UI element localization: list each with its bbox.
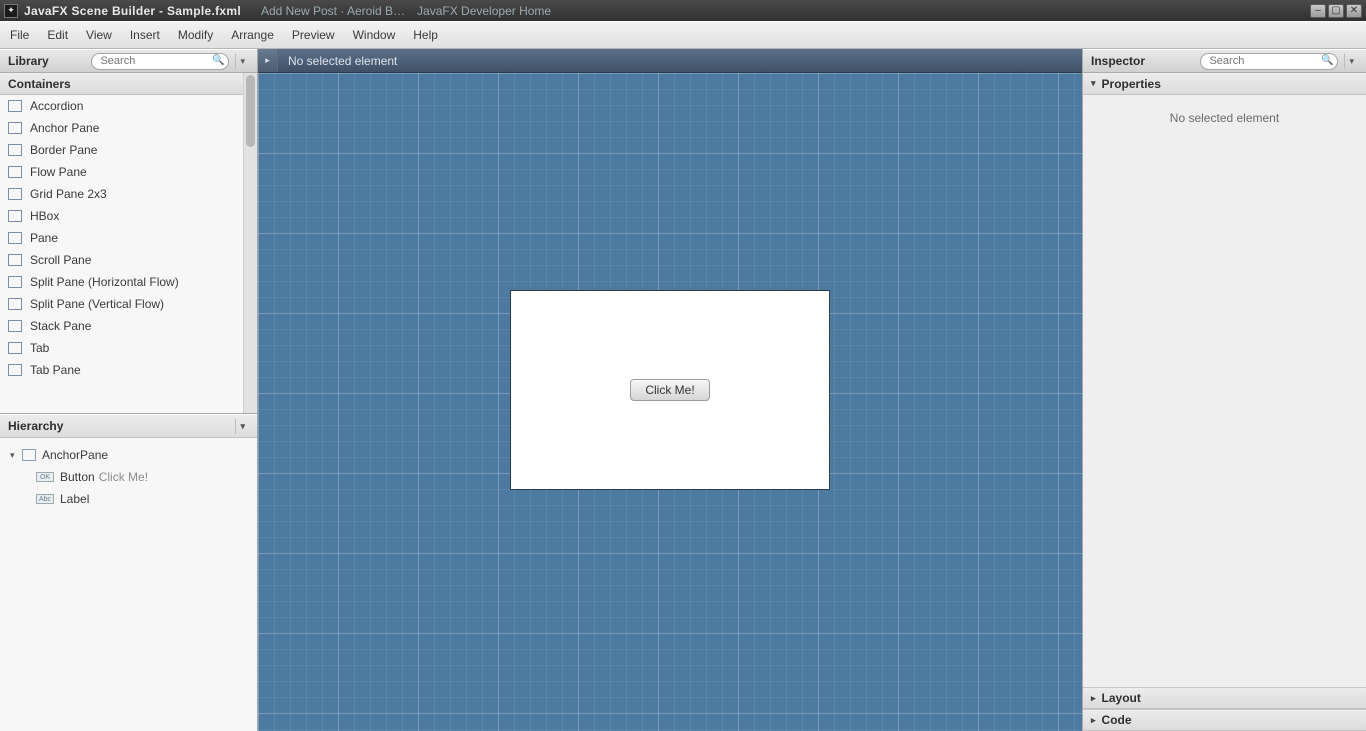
container-icon (8, 122, 22, 134)
menu-edit[interactable]: Edit (47, 28, 68, 42)
inspector-section-properties[interactable]: ▾ Properties (1083, 73, 1366, 95)
left-column: Library 🔍 ▾ Containers Accordion Anchor … (0, 49, 258, 731)
library-item-grid-pane[interactable]: Grid Pane 2x3 (0, 183, 257, 205)
selection-bar: ▸ No selected element (258, 49, 1082, 73)
disclosure-triangle-icon: ▾ (1091, 78, 1096, 89)
library-section-containers[interactable]: Containers (0, 73, 257, 95)
library-menu-chevron-icon[interactable]: ▾ (235, 54, 249, 69)
menubar: File Edit View Insert Modify Arrange Pre… (0, 21, 1366, 49)
menu-help[interactable]: Help (413, 28, 438, 42)
search-icon: 🔍 (1321, 55, 1333, 66)
tree-node-button[interactable]: OK Button Click Me! (10, 466, 257, 488)
library-item-tab-pane[interactable]: Tab Pane (0, 359, 257, 381)
container-icon (8, 364, 22, 376)
container-icon (8, 320, 22, 332)
bg-tab: JavaFX Developer Home (417, 4, 551, 18)
container-icon (8, 254, 22, 266)
menu-view[interactable]: View (86, 28, 112, 42)
anchorpane-icon (22, 449, 36, 461)
library-scrollbar[interactable] (243, 73, 257, 413)
disclosure-triangle-icon[interactable]: ▾ (10, 450, 22, 461)
app-icon: ✦ (4, 4, 18, 18)
container-icon (8, 232, 22, 244)
menu-window[interactable]: Window (353, 28, 396, 42)
design-canvas[interactable]: Click Me! (258, 73, 1082, 731)
library-item-tab[interactable]: Tab (0, 337, 257, 359)
right-column: Inspector 🔍 ▾ ▾ Properties No selected e… (1082, 49, 1366, 731)
container-icon (8, 342, 22, 354)
selection-bar-chevron-icon[interactable]: ▸ (258, 49, 278, 72)
center-column: ▸ No selected element Click Me! (258, 49, 1082, 731)
tree-node-anchorpane[interactable]: ▾ AnchorPane (10, 444, 257, 466)
window-title: JavaFX Scene Builder - Sample.fxml (24, 4, 241, 18)
container-icon (8, 298, 22, 310)
container-icon (8, 144, 22, 156)
library-item-pane[interactable]: Pane (0, 227, 257, 249)
library-item-anchor-pane[interactable]: Anchor Pane (0, 117, 257, 139)
search-icon: 🔍 (212, 55, 224, 66)
menu-modify[interactable]: Modify (178, 28, 213, 42)
close-button[interactable]: ✕ (1346, 4, 1362, 18)
hierarchy-panel-header: Hierarchy ▾ (0, 414, 257, 438)
hierarchy-menu-chevron-icon[interactable]: ▾ (235, 419, 249, 434)
container-icon (8, 100, 22, 112)
window-titlebar: ✦ JavaFX Scene Builder - Sample.fxml Add… (0, 0, 1366, 21)
hierarchy-tree: ▾ AnchorPane OK Button Click Me! Abc Lab… (0, 438, 257, 516)
library-item-flow-pane[interactable]: Flow Pane (0, 161, 257, 183)
container-icon (8, 210, 22, 222)
design-button-clickme[interactable]: Click Me! (630, 379, 709, 401)
inspector-section-code[interactable]: ▸ Code (1083, 709, 1366, 731)
hierarchy-panel: Hierarchy ▾ ▾ AnchorPane OK Button Click… (0, 413, 257, 731)
container-icon (8, 166, 22, 178)
disclosure-triangle-icon: ▸ (1091, 715, 1096, 726)
scrollbar-thumb[interactable] (246, 75, 255, 147)
library-item-stack-pane[interactable]: Stack Pane (0, 315, 257, 337)
library-title: Library (8, 54, 49, 68)
menu-preview[interactable]: Preview (292, 28, 335, 42)
menu-arrange[interactable]: Arrange (231, 28, 274, 42)
minimize-button[interactable]: – (1310, 4, 1326, 18)
inspector-search-input[interactable] (1200, 53, 1338, 70)
library-item-split-pane-h[interactable]: Split Pane (Horizontal Flow) (0, 271, 257, 293)
container-icon (8, 276, 22, 288)
library-item-border-pane[interactable]: Border Pane (0, 139, 257, 161)
library-panel-header: Library 🔍 ▾ (0, 49, 257, 73)
inspector-section-layout[interactable]: ▸ Layout (1083, 687, 1366, 709)
artboard-anchorpane[interactable]: Click Me! (510, 290, 830, 490)
properties-empty-message: No selected element (1083, 95, 1366, 141)
library-item-split-pane-v[interactable]: Split Pane (Vertical Flow) (0, 293, 257, 315)
menu-insert[interactable]: Insert (130, 28, 160, 42)
library-list: Containers Accordion Anchor Pane Border … (0, 73, 257, 413)
library-item-accordion[interactable]: Accordion (0, 95, 257, 117)
library-item-scroll-pane[interactable]: Scroll Pane (0, 249, 257, 271)
selection-bar-message: No selected element (278, 54, 397, 68)
button-node-icon: OK (36, 472, 54, 482)
bg-tab: Add New Post · Aeroid B… (261, 4, 405, 18)
library-item-hbox[interactable]: HBox (0, 205, 257, 227)
properties-body: No selected element (1083, 95, 1366, 687)
label-node-icon: Abc (36, 494, 54, 504)
disclosure-triangle-icon: ▸ (1091, 693, 1096, 704)
tree-node-label[interactable]: Abc Label (10, 488, 257, 510)
library-search-input[interactable] (91, 53, 229, 70)
container-icon (8, 188, 22, 200)
inspector-panel-header: Inspector 🔍 ▾ (1083, 49, 1366, 73)
inspector-title: Inspector (1091, 54, 1145, 68)
inspector-menu-chevron-icon[interactable]: ▾ (1344, 54, 1358, 69)
maximize-button[interactable]: ▢ (1328, 4, 1344, 18)
menu-file[interactable]: File (10, 28, 29, 42)
background-browser-tabs: Add New Post · Aeroid B… JavaFX Develope… (261, 4, 551, 18)
